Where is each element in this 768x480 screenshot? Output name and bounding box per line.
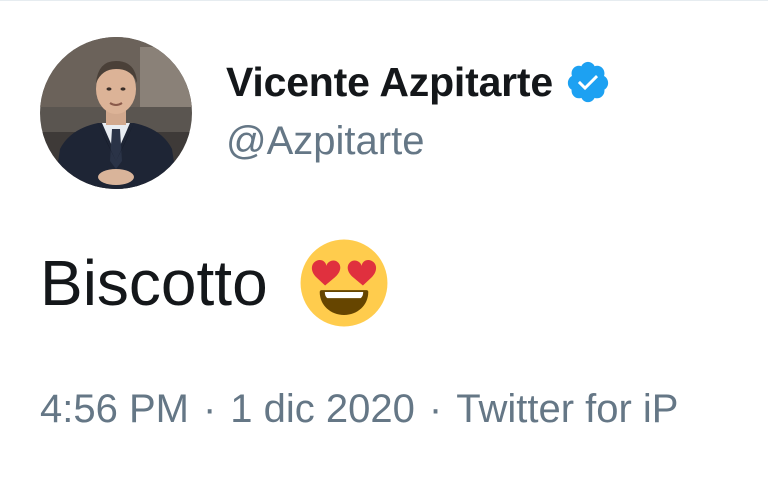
tweet-metadata: 4:56 PM · 1 dic 2020 · Twitter for iP xyxy=(40,387,678,432)
verified-badge-icon xyxy=(567,61,609,103)
display-name[interactable]: Vicente Azpitarte xyxy=(226,59,553,106)
separator-dot: · xyxy=(428,387,443,431)
tweet-date[interactable]: 1 dic 2020 xyxy=(230,387,415,432)
tweet-body: Biscotto xyxy=(40,247,268,319)
display-name-row[interactable]: Vicente Azpitarte xyxy=(226,57,611,107)
profile-photo xyxy=(40,37,192,189)
separator-dot: · xyxy=(202,387,217,431)
tweet-source[interactable]: Twitter for iP xyxy=(456,387,678,432)
avatar[interactable] xyxy=(40,37,192,189)
tweet-card: Vicente Azpitarte @Azpitarte Biscotto 4:… xyxy=(0,0,768,480)
heart-eyes-face-icon xyxy=(300,239,388,327)
user-info: Vicente Azpitarte @Azpitarte xyxy=(226,57,611,164)
tweet-time[interactable]: 4:56 PM xyxy=(40,387,189,432)
user-handle[interactable]: @Azpitarte xyxy=(226,119,611,164)
tweet-text: Biscotto xyxy=(40,237,390,329)
